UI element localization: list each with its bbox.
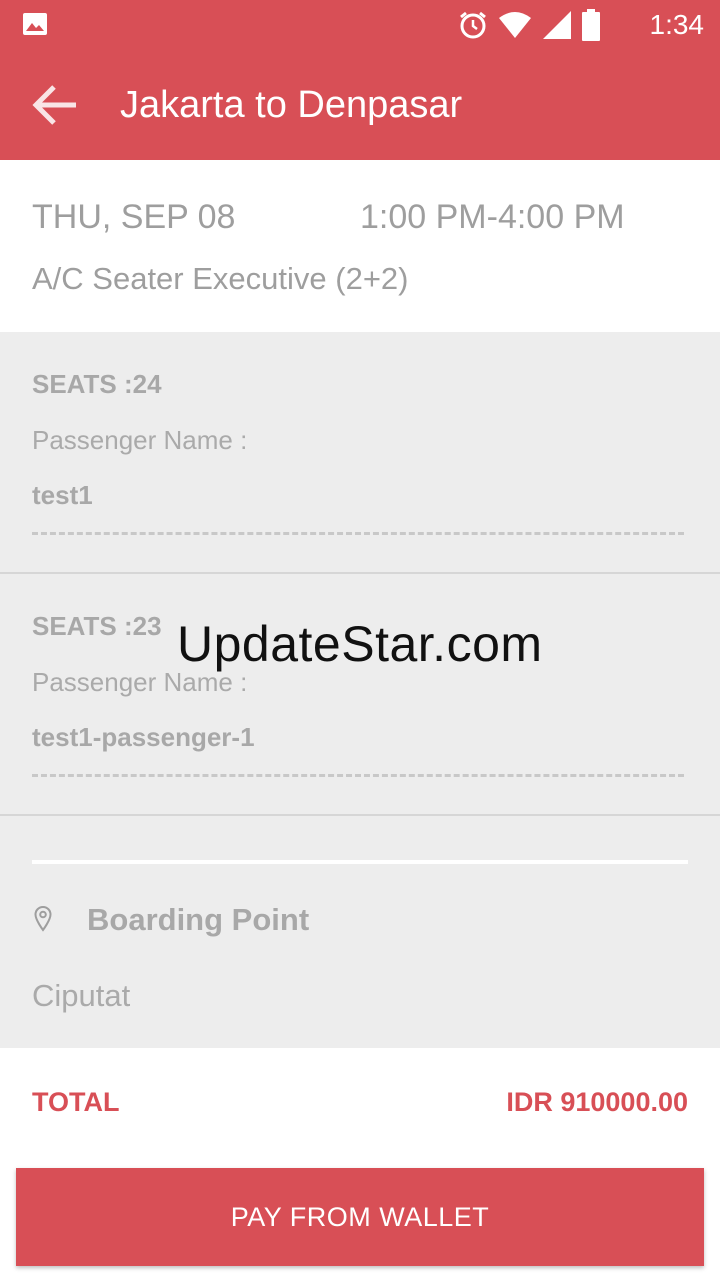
trip-info: THU, SEP 08 1:00 PM-4:00 PM A/C Seater E… bbox=[0, 160, 720, 332]
trip-time-range: 1:00 PM-4:00 PM bbox=[360, 198, 625, 236]
boarding-point-label: Boarding Point bbox=[87, 902, 310, 937]
total-label: TOTAL bbox=[32, 1087, 120, 1117]
section-divider bbox=[32, 860, 688, 864]
dashed-divider bbox=[32, 532, 684, 535]
watermark-text: UpdateStar.com bbox=[177, 616, 543, 672]
seat-number: SEATS :23 bbox=[32, 611, 162, 641]
signal-icon bbox=[543, 11, 571, 39]
alarm-icon bbox=[460, 11, 486, 39]
page-title: Jakarta to Denpasar bbox=[120, 84, 463, 126]
passenger-card: SEATS :23 Passenger Name : test1-passeng… bbox=[0, 574, 720, 816]
location-pin-icon bbox=[34, 906, 52, 932]
total-row: TOTAL IDR 910000.00 bbox=[0, 1048, 720, 1158]
status-time: 1:34 bbox=[649, 9, 705, 40]
trip-date: THU, SEP 08 bbox=[32, 198, 236, 236]
total-amount: IDR 910000.00 bbox=[506, 1087, 688, 1117]
wifi-icon bbox=[499, 12, 531, 38]
booking-details: SEATS :24 Passenger Name : test1 SEATS :… bbox=[0, 332, 720, 1048]
arrow-left-icon[interactable] bbox=[30, 83, 80, 127]
passenger-name: test1-passenger-1 bbox=[32, 722, 255, 752]
status-bar: 1:34 bbox=[0, 0, 720, 50]
bus-type: A/C Seater Executive (2+2) bbox=[32, 261, 409, 296]
passenger-name: test1 bbox=[32, 480, 93, 510]
pay-from-wallet-button[interactable]: PAY FROM WALLET bbox=[16, 1168, 704, 1266]
battery-icon bbox=[582, 9, 600, 41]
seat-number: SEATS :24 bbox=[32, 369, 162, 399]
passenger-card: SEATS :24 Passenger Name : test1 bbox=[0, 332, 720, 574]
gallery-icon bbox=[23, 13, 47, 35]
passenger-name-label: Passenger Name : bbox=[32, 425, 248, 455]
app-bar: Jakarta to Denpasar bbox=[0, 50, 720, 160]
dashed-divider bbox=[32, 774, 684, 777]
boarding-point-value: Ciputat bbox=[32, 978, 131, 1013]
status-icons bbox=[458, 8, 600, 42]
